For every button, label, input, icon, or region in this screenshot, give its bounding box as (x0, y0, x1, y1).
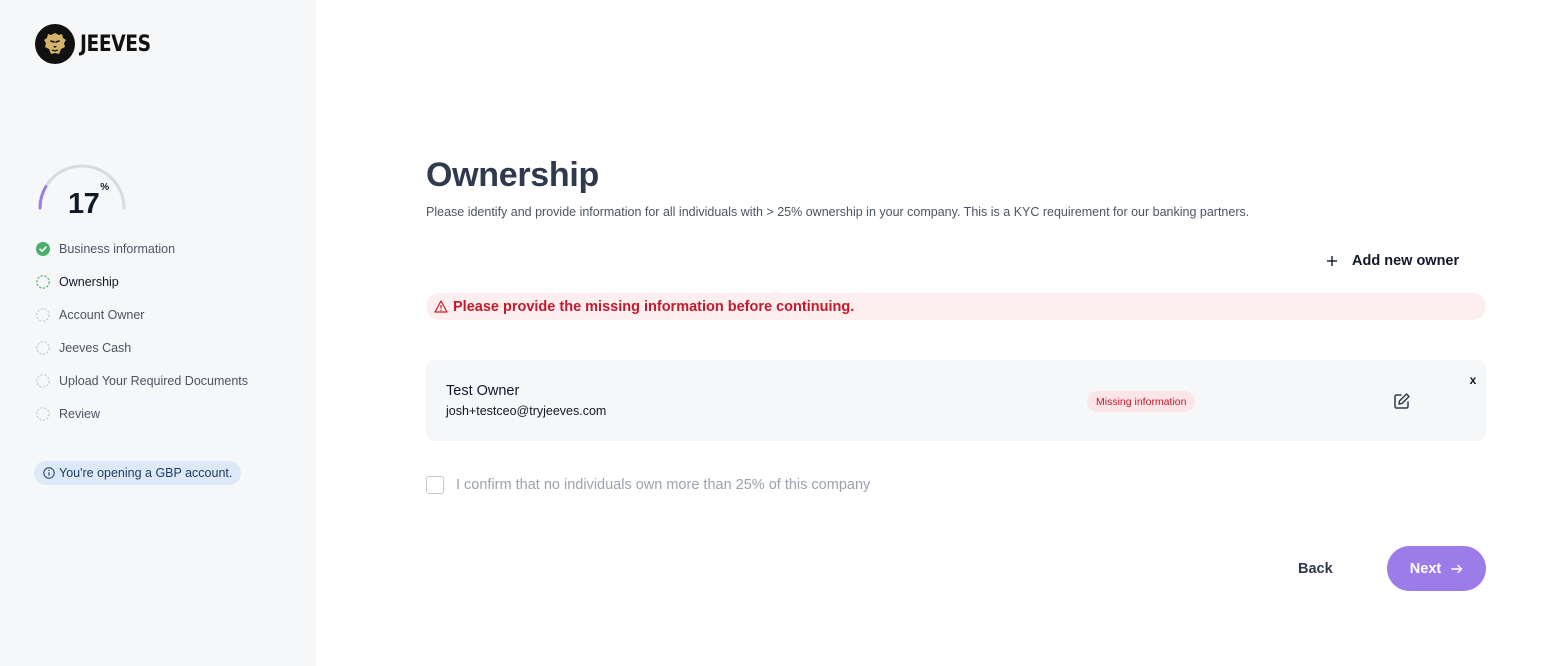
dashed-circle-icon (36, 406, 50, 421)
step-ownership[interactable]: Ownership (36, 265, 248, 298)
dashed-circle-icon (36, 373, 50, 388)
page-description: Please identify and provide information … (426, 205, 1250, 219)
confirm-no-owners[interactable]: I confirm that no individuals own more t… (426, 476, 870, 494)
remove-owner-button[interactable]: x (1467, 373, 1479, 387)
dashed-circle-icon (36, 340, 50, 355)
add-new-owner-label: Add new owner (1352, 253, 1460, 269)
step-label: Upload Your Required Documents (59, 373, 249, 388)
next-label: Next (1409, 560, 1442, 577)
owner-name: Test Owner (446, 383, 520, 399)
lion-icon (35, 24, 75, 64)
owner-card: Test Owner josh+testceo@tryjeeves.com Mi… (426, 360, 1486, 441)
owner-email: josh+testceo@tryjeeves.com (446, 404, 607, 418)
warning-icon (434, 300, 448, 313)
page-title: Ownership (426, 156, 599, 194)
dashed-circle-icon (36, 274, 50, 289)
status-badge: Missing information (1087, 391, 1196, 412)
confirm-label: I confirm that no individuals own more t… (456, 477, 871, 493)
account-notice-text: You're opening a GBP account. (59, 466, 233, 480)
dashed-circle-icon (36, 307, 50, 322)
step-upload-documents[interactable]: Upload Your Required Documents (36, 364, 248, 397)
edit-icon (1393, 392, 1411, 410)
main-content: Ownership Please identify and provide in… (316, 0, 1548, 666)
jeeves-logo[interactable]: JEEVES (35, 24, 163, 64)
edit-owner-button[interactable] (1392, 391, 1412, 411)
step-label: Business information (59, 241, 176, 256)
error-banner: Please provide the missing information b… (426, 293, 1486, 320)
step-jeeves-cash[interactable]: Jeeves Cash (36, 331, 248, 364)
info-icon (43, 467, 55, 479)
next-button[interactable]: Next (1387, 546, 1486, 591)
step-label: Ownership (59, 274, 119, 289)
error-message: Please provide the missing information b… (453, 298, 855, 315)
arrow-right-icon (1451, 564, 1463, 574)
sidebar: JEEVES 17% Business information Ownershi… (0, 0, 316, 666)
onboarding-steps: Business information Ownership Account O… (36, 232, 248, 430)
step-label: Review (59, 406, 100, 421)
brand-name: JEEVES (80, 31, 151, 57)
check-circle-icon (36, 241, 50, 256)
step-review[interactable]: Review (36, 397, 248, 430)
step-business-information[interactable]: Business information (36, 232, 248, 265)
plus-icon (1326, 255, 1338, 267)
confirm-checkbox[interactable] (426, 476, 444, 494)
progress-percent: 17% (68, 182, 109, 220)
add-new-owner-button[interactable]: Add new owner (1326, 248, 1459, 274)
step-account-owner[interactable]: Account Owner (36, 298, 248, 331)
back-button[interactable]: Back (1298, 556, 1333, 582)
step-label: Jeeves Cash (59, 340, 132, 355)
account-notice: You're opening a GBP account. (34, 461, 242, 485)
step-label: Account Owner (59, 307, 145, 322)
